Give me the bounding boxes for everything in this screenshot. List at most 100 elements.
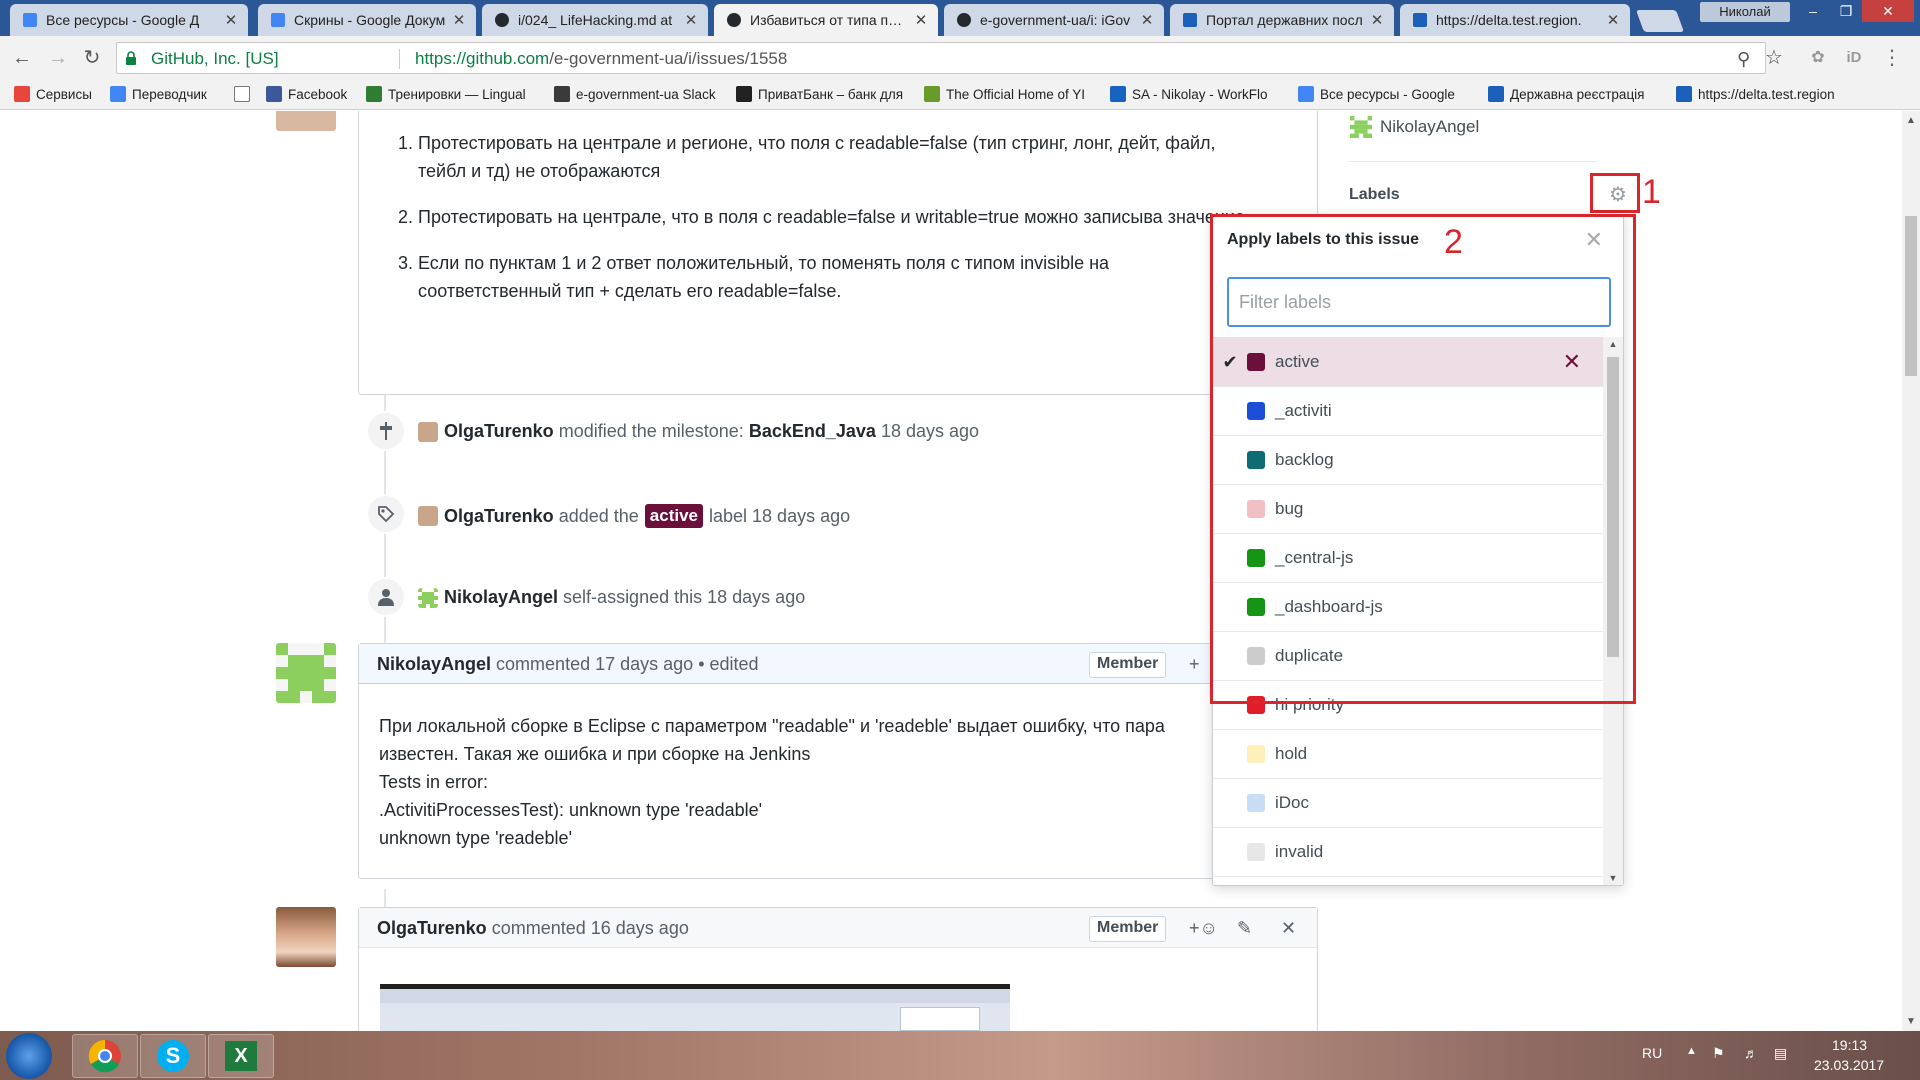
extension-paw-icon[interactable]: ✿ (1806, 46, 1830, 70)
browser-tab[interactable]: Избавиться от типа поля ✕ (714, 4, 938, 36)
bookmark-item[interactable]: Переводчик (110, 86, 207, 102)
person-icon (366, 577, 406, 617)
start-button[interactable] (6, 1033, 52, 1079)
avatar[interactable] (276, 643, 336, 703)
event-time[interactable]: 18 days ago (752, 506, 850, 527)
delete-x-icon[interactable]: ✕ (1281, 918, 1296, 939)
url-text: https://github.com/e-government-ua/i/iss… (415, 49, 787, 69)
bookmark-item[interactable] (234, 86, 256, 102)
comment-time[interactable]: 17 days ago (595, 654, 693, 674)
sidebar-assignee[interactable]: NikolayAngel (1350, 116, 1479, 138)
bookmark-item[interactable]: e-government-ua Slack (554, 86, 716, 102)
event-text: modified the milestone: (558, 421, 744, 441)
reload-icon[interactable]: ↻ (80, 46, 104, 70)
bookmark-star-icon[interactable]: ☆ (1762, 46, 1786, 70)
scroll-down-icon[interactable]: ▼ (1603, 873, 1623, 883)
close-window-icon[interactable]: ✕ (1862, 0, 1914, 22)
action-center-flag-icon[interactable]: ⚑ (1712, 1045, 1725, 1062)
browser-tab[interactable]: Все ресурсы - Google Д ✕ (10, 4, 248, 36)
add-reaction-icon[interactable]: +☺ (1189, 918, 1218, 939)
zoom-icon[interactable]: ⚲ (1737, 49, 1750, 70)
chrome-taskbar-icon[interactable] (72, 1034, 138, 1078)
annotation-box-2 (1210, 214, 1636, 704)
scroll-thumb[interactable] (1905, 216, 1917, 376)
tab-close-icon[interactable]: ✕ (914, 11, 928, 29)
avatar[interactable] (418, 506, 438, 526)
label-option[interactable]: iDoc (1213, 779, 1605, 828)
bookmark-item[interactable]: Все ресурсы - Google (1298, 86, 1455, 102)
bookmark-item[interactable]: Тренировки — Lingual (366, 86, 526, 102)
bookmark-item[interactable]: https://delta.test.region (1676, 86, 1835, 102)
bookmark-item[interactable]: Державна реєстрація (1488, 86, 1644, 102)
extension-id-icon[interactable]: iD (1842, 46, 1866, 70)
avatar[interactable] (418, 421, 438, 442)
browser-tab[interactable]: i/024_ LifeHacking.md at ✕ (482, 4, 708, 36)
comment-time[interactable]: 16 days ago (591, 918, 689, 938)
tab-close-icon[interactable]: ✕ (1606, 11, 1620, 29)
browser-tab[interactable]: Портал державних посл ✕ (1170, 4, 1394, 36)
tab-title: https://delta.test.region. (1436, 12, 1582, 28)
event-user-link[interactable]: OlgaTurenko (444, 421, 554, 442)
edit-pencil-icon[interactable]: ✎ (1237, 918, 1252, 939)
tab-close-icon[interactable]: ✕ (452, 11, 466, 29)
back-icon[interactable]: ← (10, 46, 34, 70)
bookmark-label: SA - Nikolay - WorkFlo (1132, 86, 1268, 102)
network-icon[interactable]: ▤ (1774, 1045, 1787, 1062)
event-time[interactable]: 18 days ago (881, 421, 979, 442)
tab-close-icon[interactable]: ✕ (684, 11, 698, 29)
comment-author[interactable]: OlgaTurenko (377, 918, 487, 938)
browser-tab[interactable]: e-government-ua/i: iGov ✕ (944, 4, 1164, 36)
skype-taskbar-icon[interactable]: S (140, 1034, 206, 1078)
avatar[interactable] (276, 907, 336, 967)
label-option[interactable]: invalid (1213, 828, 1605, 877)
new-tab-button[interactable] (1635, 10, 1685, 32)
bookmark-label: Сервисы (36, 86, 92, 102)
scroll-up-icon[interactable]: ▲ (1902, 115, 1920, 126)
scroll-down-icon[interactable]: ▼ (1902, 1016, 1920, 1027)
reaction-plus: + (1189, 654, 1200, 674)
screenshot-thumbnail[interactable] (380, 984, 1010, 1031)
milestone-link[interactable]: BackEnd_Java (749, 421, 876, 442)
tab-close-icon[interactable]: ✕ (1140, 11, 1154, 29)
forward-icon[interactable]: → (46, 46, 70, 70)
step-item: Протестировать на централе, что в поля с… (418, 203, 1252, 231)
site-identity[interactable]: GitHub, Inc. [US] (151, 49, 279, 69)
page-scrollbar[interactable]: ▲ ▼ (1902, 111, 1920, 1031)
tab-close-icon[interactable]: ✕ (224, 11, 238, 29)
menu-icon[interactable]: ⋮ (1880, 46, 1904, 70)
add-reaction-icon[interactable]: + (1189, 654, 1200, 675)
label-name: iDoc (1275, 793, 1310, 812)
volume-icon[interactable]: ♬ (1744, 1045, 1758, 1061)
event-user-link[interactable]: OlgaTurenko (444, 506, 554, 527)
event-time[interactable]: 18 days ago (707, 587, 805, 608)
event-user-link[interactable]: NikolayAngel (444, 587, 558, 608)
tray-expand-icon[interactable]: ▲ (1686, 1045, 1697, 1057)
bookmark-label: Facebook (288, 86, 348, 102)
bookmark-item[interactable]: The Official Home of YI (924, 86, 1085, 102)
minimize-icon[interactable]: – (1796, 0, 1830, 22)
bookmark-label: Переводчик (132, 86, 207, 102)
bookmark-item[interactable]: SA - Nikolay - WorkFlo (1110, 86, 1268, 102)
browser-tab[interactable]: Скрины - Google Докум ✕ (258, 4, 476, 36)
bookmark-item[interactable]: Facebook (266, 86, 347, 102)
timeline-event-assign: NikolayAngel self-assigned this 18 days … (418, 587, 805, 608)
profile-chip[interactable]: Николай (1700, 2, 1790, 22)
avatar[interactable] (418, 587, 438, 608)
clock-date[interactable]: 23.03.2017 (1814, 1057, 1884, 1073)
label-badge[interactable]: active (644, 504, 703, 528)
bookmark-item[interactable]: ПриватБанк – банк для (736, 86, 903, 102)
label-option[interactable]: hold (1213, 730, 1605, 779)
browser-tab[interactable]: https://delta.test.region. ✕ (1400, 4, 1630, 36)
url-field[interactable]: GitHub, Inc. [US] https://github.com/e-g… (116, 42, 1766, 74)
bookmark-label: Все ресурсы - Google (1320, 86, 1455, 102)
bookmark-item[interactable]: Сервисы (14, 86, 92, 102)
excel-taskbar-icon[interactable]: X (208, 1034, 274, 1078)
tab-close-icon[interactable]: ✕ (1370, 11, 1384, 29)
avatar[interactable] (276, 111, 336, 131)
comment-author[interactable]: NikolayAngel (377, 654, 491, 674)
maximize-icon[interactable]: ❐ (1830, 0, 1862, 22)
bookmark-label: The Official Home of YI (946, 86, 1086, 102)
edited-marker[interactable]: • edited (698, 654, 758, 674)
language-indicator[interactable]: RU (1642, 1045, 1662, 1061)
clock-time[interactable]: 19:13 (1832, 1037, 1867, 1053)
